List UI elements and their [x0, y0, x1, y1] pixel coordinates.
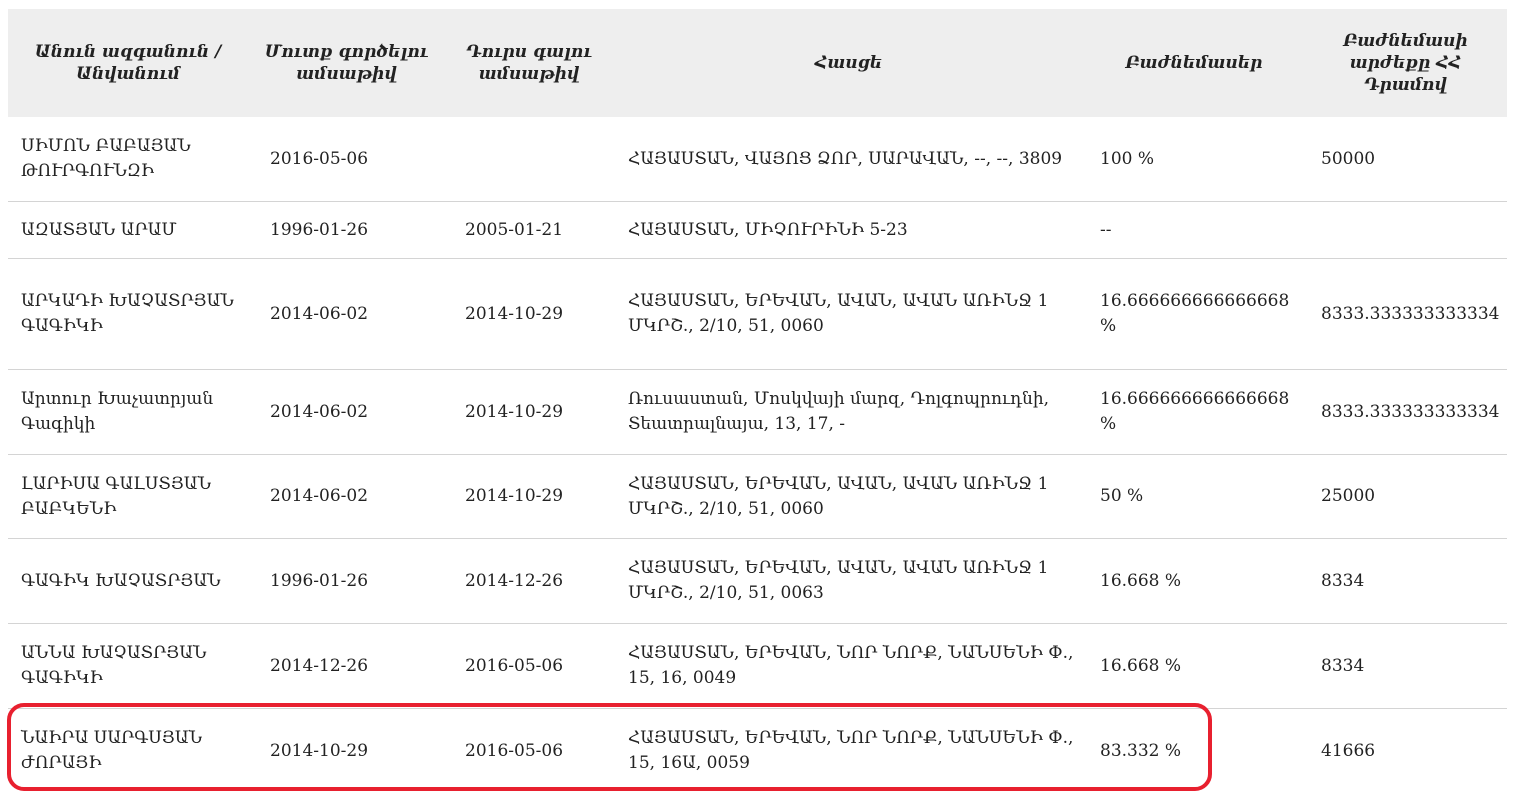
cell-name: ԱՐԿԱԴԻ ԽԱՉԱՏՐՅԱՆ ԳԱԳԻԿԻ — [8, 258, 248, 370]
cell-exit-date: 2014-10-29 — [445, 369, 613, 455]
header-share-value: Բաժնեմասի արժեքը ՀՀ Դրամով — [1304, 9, 1507, 117]
cell-share: 83.332 % — [1084, 708, 1304, 793]
cell-address: ՀԱՅԱՍՏԱՆ, ՎԱՅՈՑ ՁՈՐ, ՍԱՐԱՎԱՆ, --, --, 38… — [628, 148, 1063, 169]
shareholders-table: Անուն ազգանուն / Անվանում Մուտք գործելու… — [8, 9, 1507, 793]
cell-share: 50 % — [1084, 454, 1304, 539]
cell-share: 100 % — [1100, 148, 1155, 169]
cell-exit-date: 2016-05-06 — [445, 623, 613, 709]
cell-address: ՀԱՅԱՍՏԱՆ, ԵՐԵՎԱՆ, ՆՈՐ ՆՈՐՔ, ՆԱՆՍԵՆԻ Փ., … — [613, 623, 1084, 709]
cell-address: ՀԱՅԱՍՏԱՆ, ԵՐԵՎԱՆ, ԱՎԱՆ, ԱՎԱՆ ԱՌԻՆՋ 1 ՄԿՐ… — [613, 454, 1084, 539]
table-row: Արտուր Խաչատրյան Գագիկի 2014-06-02 2014-… — [8, 369, 1507, 455]
table-row: ԱԶԱՏՅԱՆ ԱՐԱՄ 1996-01-26 2005-01-21 ՀԱՅԱՍ… — [8, 201, 1507, 259]
cell-exit-date: 2014-12-26 — [445, 538, 613, 624]
cell-name: ԱՆՆԱ ԽԱՉԱՏՐՅԱՆ ԳԱԳԻԿԻ — [8, 623, 248, 709]
cell-name: Արտուր Խաչատրյան Գագիկի — [8, 369, 248, 455]
table-row-highlighted: ՆԱԻՐԱ ՍԱՐԳՍՅԱՆ ԺՈՐԱՅԻ 2014-10-29 2016-05… — [8, 708, 1507, 793]
cell-address: ՀԱՅԱՍՏԱՆ, ԵՐԵՎԱՆ, ԱՎԱՆ, ԱՎԱՆ ԱՌԻՆՋ 1 ՄԿՐ… — [613, 538, 1084, 624]
cell-entry-date: 2014-06-02 — [248, 454, 445, 539]
cell-address: Ռուսաստան, Մոսկվայի մարզ, Դոլգոպրուդնի, … — [613, 369, 1084, 455]
cell-share-value: 8333.333333333334 — [1304, 369, 1507, 455]
cell-exit-date: 2016-05-06 — [445, 708, 613, 793]
table-row: ԼԱՐԻՍԱ ԳԱԼՍՏՅԱՆ ԲԱԲԿԵՆԻ 2014-06-02 2014-… — [8, 454, 1507, 539]
cell-exit-date: 2005-01-21 — [445, 201, 613, 259]
cell-name: ԳԱԳԻԿ ԽԱՉԱՏՐՅԱՆ — [8, 538, 248, 624]
cell-share-value: 8334 — [1304, 538, 1507, 624]
cell-entry-date: 2014-06-02 — [248, 369, 445, 455]
cell-entry-date: 2016-05-06 — [270, 148, 369, 169]
header-row: Անուն ազգանուն / Անվանում Մուտք գործելու… — [8, 9, 1507, 117]
header-share: Բաժնեմասեր — [1084, 9, 1304, 117]
cell-entry-date: 1996-01-26 — [248, 538, 445, 624]
header-exit-date: Դուրս գալու ամսաթիվ — [445, 9, 613, 117]
cell-share: 16.668 % — [1084, 623, 1304, 709]
cell-share-value: 25000 — [1304, 454, 1507, 539]
cell-address: ՀԱՅԱՍՏԱՆ, ԵՐԵՎԱՆ, ՆՈՐ ՆՈՐՔ, ՆԱՆՍԵՆԻ Փ., … — [613, 708, 1084, 793]
table-row: ԱՐԿԱԴԻ ԽԱՉԱՏՐՅԱՆ ԳԱԳԻԿԻ 2014-06-02 2014-… — [8, 258, 1507, 370]
cell-address: ՀԱՅԱՍՏԱՆ, ՄԻՉՈՒՐԻՆԻ 5-23 — [613, 201, 1084, 259]
cell-share-value: 8334 — [1304, 623, 1507, 709]
header-name: Անուն ազգանուն / Անվանում — [8, 9, 248, 117]
cell-share-value: 8333.333333333334 — [1304, 258, 1507, 370]
shareholders-table-container: Անուն ազգանուն / Անվանում Մուտք գործելու… — [8, 9, 1507, 793]
cell-share-value — [1304, 201, 1507, 259]
cell-exit-date: 2014-10-29 — [445, 258, 613, 370]
cell-share: 16.666666666666668 % — [1084, 258, 1304, 370]
cell-share-value: 41666 — [1304, 708, 1507, 793]
cell-share: 16.666666666666668 % — [1084, 369, 1304, 455]
cell-entry-date: 1996-01-26 — [248, 201, 445, 259]
cell-share-value: 50000 — [1321, 148, 1376, 169]
table-row: ԳԱԳԻԿ ԽԱՉԱՏՐՅԱՆ 1996-01-26 2014-12-26 ՀԱ… — [8, 538, 1507, 624]
cell-exit-date — [445, 117, 613, 202]
cell-name: ԱԶԱՏՅԱՆ ԱՐԱՄ — [8, 201, 248, 259]
cell-address: ՀԱՅԱՍՏԱՆ, ԵՐԵՎԱՆ, ԱՎԱՆ, ԱՎԱՆ ԱՌԻՆՋ 1 ՄԿՐ… — [613, 258, 1084, 370]
cell-name: ՆԱԻՐԱ ՍԱՐԳՍՅԱՆ ԺՈՐԱՅԻ — [8, 708, 248, 793]
table-row: ՍԻՄՈՆ ԲԱԲԱՅԱՆ ԹՈՒՐԳՈՒՆԶԻ 2016-05-06 ՀԱՅԱ… — [8, 117, 1507, 202]
cell-entry-date: 2014-10-29 — [248, 708, 445, 793]
table-header: Անուն ազգանուն / Անվանում Մուտք գործելու… — [8, 9, 1507, 117]
header-entry-date: Մուտք գործելու ամսաթիվ — [248, 9, 445, 117]
cell-share: 16.668 % — [1084, 538, 1304, 624]
cell-exit-date: 2014-10-29 — [445, 454, 613, 539]
cell-name: ՍԻՄՈՆ ԲԱԲԱՅԱՆ ԹՈՒՐԳՈՒՆԶԻ — [21, 136, 191, 181]
cell-name: ԼԱՐԻՍԱ ԳԱԼՍՏՅԱՆ ԲԱԲԿԵՆԻ — [8, 454, 248, 539]
table-row: ԱՆՆԱ ԽԱՉԱՏՐՅԱՆ ԳԱԳԻԿԻ 2014-12-26 2016-05… — [8, 623, 1507, 709]
cell-share: -- — [1084, 201, 1304, 259]
cell-entry-date: 2014-12-26 — [248, 623, 445, 709]
cell-entry-date: 2014-06-02 — [248, 258, 445, 370]
table-body: ՍԻՄՈՆ ԲԱԲԱՅԱՆ ԹՈՒՐԳՈՒՆԶԻ 2016-05-06 ՀԱՅԱ… — [8, 117, 1507, 793]
header-address: Հասցե — [613, 9, 1084, 117]
